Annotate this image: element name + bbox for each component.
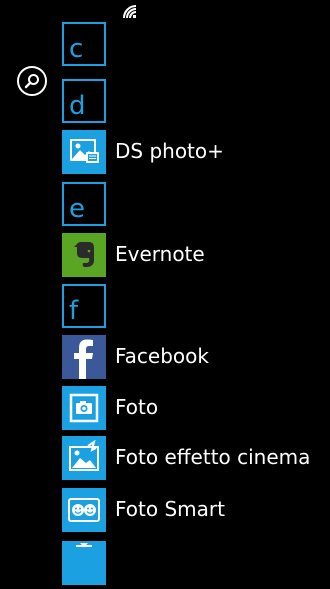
letter-label: d (69, 91, 86, 121)
app-item-partial[interactable] (62, 541, 106, 585)
letter-tile-f[interactable]: f (62, 284, 106, 328)
app-name: DS photo+ (115, 139, 224, 163)
letter-tile-e[interactable]: e (62, 182, 106, 226)
letter-label: e (69, 194, 85, 224)
app-name: Foto effetto cinema (115, 445, 311, 469)
wifi-signal-icon (122, 4, 138, 20)
letter-label: f (69, 296, 79, 326)
app-item-foto[interactable]: Foto (62, 386, 330, 430)
evernote-icon (62, 233, 106, 277)
app-name: Foto (115, 395, 159, 419)
app-item-ds-photo[interactable]: DS photo+ (62, 130, 330, 174)
cinemagraph-icon (62, 436, 106, 480)
facebook-icon (62, 335, 106, 379)
app-item-foto-effetto-cinema[interactable]: Foto effetto cinema (62, 436, 330, 480)
app-name: Foto Smart (115, 497, 225, 521)
app-name: Facebook (115, 344, 209, 368)
smart-shoot-icon (62, 488, 106, 532)
app-item-foto-smart[interactable]: Foto Smart (62, 488, 330, 532)
search-icon (24, 74, 39, 89)
app-item-evernote[interactable]: Evernote (62, 233, 330, 277)
app-item-facebook[interactable]: Facebook (62, 335, 330, 379)
camera-icon (62, 386, 106, 430)
letter-label: c (69, 34, 84, 64)
ds-photo-icon (62, 130, 106, 174)
app-name: Evernote (115, 242, 205, 266)
search-button[interactable] (17, 66, 47, 96)
app-tile-icon (76, 543, 92, 547)
letter-tile-d[interactable]: d (62, 79, 106, 123)
letter-tile-c[interactable]: c (62, 22, 106, 66)
